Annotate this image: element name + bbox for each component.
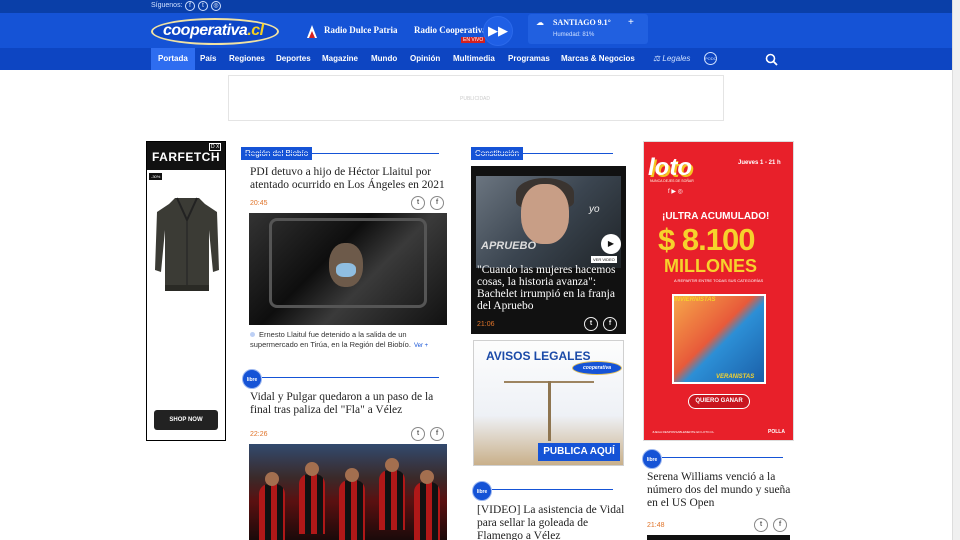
radio-cooperativa-link[interactable]: Radio Cooperativa xyxy=(414,25,487,35)
nav-marcas-negocios[interactable]: Marcas & Negocios xyxy=(561,48,635,70)
scale-icon: ⚖ xyxy=(653,54,663,63)
story-headline[interactable]: PDI detuvo a hijo de Héctor Llaitul por … xyxy=(250,166,448,192)
section-divider xyxy=(492,489,613,490)
story-image[interactable] xyxy=(647,535,790,540)
overlay-apruebo: APRUEBO xyxy=(481,240,537,252)
site-logo[interactable]: cooperativa.cl xyxy=(151,18,279,45)
twitter-share-icon[interactable]: t xyxy=(411,196,425,210)
site-header: cooperativa.cl Radio Dulce Patria Radio … xyxy=(0,13,952,48)
loto-logo: loto xyxy=(648,154,692,181)
jacket-image xyxy=(155,197,219,291)
twitter-share-icon[interactable]: t xyxy=(584,317,598,331)
weather-expand-button[interactable]: + xyxy=(628,17,634,28)
shop-now-button[interactable]: SHOP NOW xyxy=(154,410,218,430)
read-more-link[interactable]: Ver + xyxy=(414,343,428,349)
publica-aqui-button[interactable]: PUBLICA AQUÍ xyxy=(538,443,620,461)
page-scrollbar[interactable] xyxy=(952,0,960,540)
top-ad-slot: PUBLICIDAD xyxy=(228,75,724,121)
nav-legales[interactable]: ⚖ Legales xyxy=(653,48,690,70)
story-time: 22:26 xyxy=(250,431,268,438)
farfetch-ad[interactable]: FARFETCH D X -30% SHOP NOW xyxy=(146,141,226,441)
dulce-patria-icon xyxy=(307,25,317,38)
social-strip: Síguenos: f t ◎ xyxy=(0,0,952,13)
story-time: 21:06 xyxy=(477,321,495,328)
libre-badge: libre xyxy=(242,369,262,389)
search-icon[interactable] xyxy=(765,53,778,66)
loto-millones: MILLONES xyxy=(664,256,757,276)
section-divider xyxy=(241,153,439,154)
cooperativa-logo: cooperativa xyxy=(572,361,622,375)
facebook-icon[interactable]: f xyxy=(185,1,195,11)
nav-deportes[interactable]: Deportes xyxy=(276,48,311,70)
nav-pais[interactable]: País xyxy=(200,48,216,70)
weather-humidity: Humedad: 81% xyxy=(553,32,595,38)
section-divider xyxy=(662,457,783,458)
overlay-yo: yo xyxy=(589,204,600,215)
twitter-icon[interactable]: t xyxy=(198,1,208,11)
loto-amount: $ 8.100 xyxy=(658,222,755,257)
play-video-icon[interactable]: ▶ xyxy=(601,234,621,254)
avisos-title: AVISOS LEGALES xyxy=(486,349,591,363)
radio-dulce-patria-link[interactable]: Radio Dulce Patria xyxy=(324,25,398,35)
loto-verano: VERANISTAS xyxy=(716,374,755,380)
play-icon: ▶▶ xyxy=(488,23,508,38)
facebook-share-icon[interactable]: f xyxy=(773,518,787,532)
loto-social-icons: f ▶ ◎ xyxy=(668,189,683,195)
story-headline[interactable]: Vidal y Pulgar quedaron a un paso de la … xyxy=(250,391,446,417)
story-time: 21:48 xyxy=(647,522,665,529)
loto-reparte: A REPARTIR ENTRE TODAS SUS CATEGORÍAS xyxy=(674,278,764,283)
loto-ad[interactable]: loto NUNCA DEJES DE SOÑAR f ▶ ◎ Jueves 1… xyxy=(643,141,794,441)
nav-mundo[interactable]: Mundo xyxy=(371,48,397,70)
video-thumbnail[interactable]: yo APRUEBO ▶ VER VIDEO xyxy=(476,176,621,268)
live-badge: EN VIVO xyxy=(461,37,486,43)
play-radio-button[interactable]: ▶▶ xyxy=(483,16,513,46)
libre-badge: libre xyxy=(642,449,662,469)
story-caption: Ernesto Llaitul fue detenido a la salida… xyxy=(250,330,429,349)
nav-multimedia[interactable]: Multimedia xyxy=(453,48,495,70)
bullet-icon xyxy=(250,332,255,337)
libre-badge: libre xyxy=(472,481,492,501)
nav-regiones[interactable]: Regiones xyxy=(229,48,265,70)
section-divider xyxy=(471,153,613,154)
video-story-card[interactable]: yo APRUEBO ▶ VER VIDEO "Cuando las mujer… xyxy=(471,166,626,334)
nav-magazine[interactable]: Magazine xyxy=(322,48,358,70)
twitter-share-icon[interactable]: t xyxy=(411,427,425,441)
loto-photo xyxy=(672,294,766,384)
loto-invierno: INVIERNISTAS xyxy=(674,297,716,303)
weather-widget[interactable]: ☁ SANTIAGO 9.1° Humedad: 81% + xyxy=(528,14,648,44)
loto-ultra: ¡ULTRA ACUMULADO! xyxy=(662,211,770,222)
podcast-icon[interactable]: PODC xyxy=(704,52,717,65)
instagram-icon[interactable]: ◎ xyxy=(211,1,221,11)
nav-opinion[interactable]: Opinión xyxy=(410,48,440,70)
twitter-share-icon[interactable]: t xyxy=(754,518,768,532)
section-divider xyxy=(262,377,439,378)
follow-label: Síguenos: xyxy=(151,2,183,9)
story-time: 20:45 xyxy=(250,200,268,207)
ad-label: PUBLICIDAD xyxy=(460,96,491,102)
story-image[interactable] xyxy=(249,444,447,540)
quiero-ganar-button[interactable]: QUIERO GANAR xyxy=(688,394,750,409)
ver-video-label: VER VIDEO xyxy=(591,256,617,263)
story-headline[interactable]: [VIDEO] La asistencia de Vidal para sell… xyxy=(477,504,625,540)
polla-logo: POLLA xyxy=(768,429,785,435)
story-headline[interactable]: Serena Williams venció a la número dos d… xyxy=(647,471,795,510)
weather-city: SANTIAGO 9.1° xyxy=(553,18,611,27)
facebook-share-icon[interactable]: f xyxy=(430,196,444,210)
main-nav: Portada País Regiones Deportes Magazine … xyxy=(0,48,952,70)
loto-tagline: NUNCA DEJES DE SOÑAR xyxy=(650,179,694,183)
story-image[interactable] xyxy=(249,213,447,325)
adchoices-icon[interactable]: D X xyxy=(209,143,222,151)
facebook-share-icon[interactable]: f xyxy=(603,317,617,331)
facebook-share-icon[interactable]: f xyxy=(430,427,444,441)
avisos-legales-ad[interactable]: AVISOS LEGALES cooperativa PUBLICA AQUÍ xyxy=(473,340,624,466)
loto-footer: JUEGA RESPONSABLEMENTE EN LOTO.CL xyxy=(652,430,715,434)
cloud-icon: ☁ xyxy=(536,18,544,27)
story-headline[interactable]: "Cuando las mujeres hacemos cosas, la hi… xyxy=(477,264,623,312)
nav-programas[interactable]: Programas xyxy=(508,48,550,70)
loto-date: Jueves 1 - 21 h xyxy=(738,160,781,166)
nav-portada[interactable]: Portada xyxy=(151,48,195,70)
discount-badge: -30% xyxy=(149,173,163,180)
